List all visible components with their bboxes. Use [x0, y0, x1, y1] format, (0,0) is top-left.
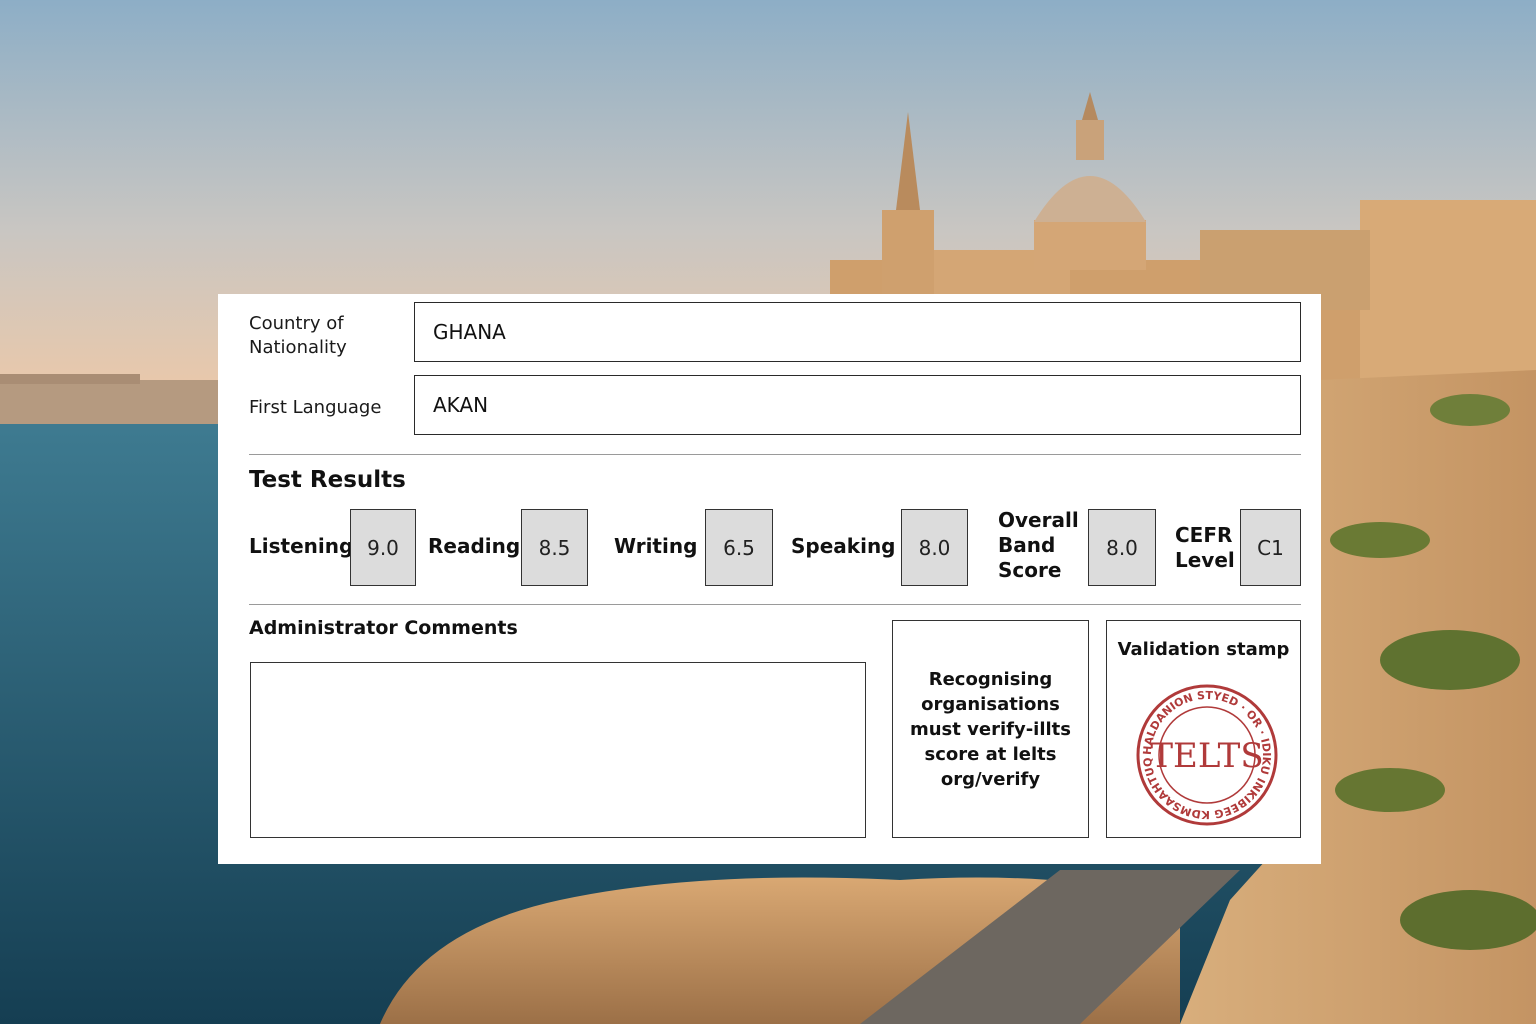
- nationality-field[interactable]: GHANA: [414, 302, 1301, 362]
- reading-label: Reading: [428, 534, 521, 558]
- speaking-label: Speaking: [791, 534, 896, 558]
- verify-notice-text: Recognising organisations must verify-il…: [909, 668, 1071, 790]
- writing-label: Writing: [614, 534, 698, 558]
- listening-score: 9.0: [350, 509, 416, 586]
- score-report-card: Country of Nationality GHANA First Langu…: [218, 294, 1321, 864]
- admin-comments-heading: Administrator Comments: [249, 617, 518, 639]
- stamp-center-text: TELTS: [1150, 736, 1263, 776]
- validation-stamp-title: Validation stamp: [1117, 639, 1290, 660]
- test-results-heading: Test Results: [249, 467, 406, 493]
- overall-band-score: 8.0: [1088, 509, 1156, 586]
- cefr-level-label: CEFR Level: [1175, 523, 1235, 572]
- nationality-label: Country of Nationality: [249, 313, 347, 358]
- validation-stamp-seal: HALDANION STYED · OR · IDIKU INKIBEEG KD…: [1136, 684, 1278, 826]
- reading-score: 8.5: [521, 509, 588, 586]
- verify-notice: Recognising organisations must verify-il…: [892, 620, 1089, 838]
- divider: [249, 604, 1301, 605]
- first-language-label: First Language: [249, 397, 382, 418]
- admin-comments-box[interactable]: [250, 662, 866, 838]
- first-language-field[interactable]: AKAN: [414, 375, 1301, 435]
- divider: [249, 454, 1301, 455]
- cefr-level-value: C1: [1240, 509, 1301, 586]
- writing-score: 6.5: [705, 509, 773, 586]
- listening-label: Listening: [249, 534, 354, 558]
- overall-band-label: Overall Band Score: [998, 508, 1079, 582]
- validation-stamp-box: Validation stamp HALDANION STYED · OR · …: [1106, 620, 1301, 838]
- speaking-score: 8.0: [901, 509, 968, 586]
